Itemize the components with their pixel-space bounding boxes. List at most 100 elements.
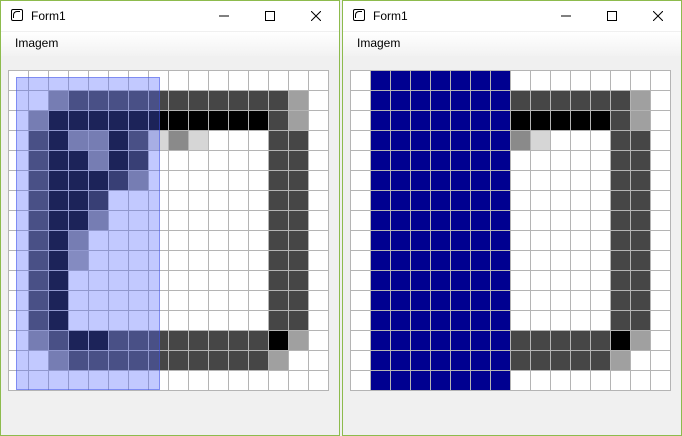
pixel-cell[interactable] (268, 230, 289, 251)
pixel-cell[interactable] (570, 330, 591, 351)
pixel-cell[interactable] (268, 270, 289, 291)
pixel-cell[interactable] (470, 350, 491, 371)
pixel-cell[interactable] (288, 170, 309, 191)
pixel-cell[interactable] (188, 210, 209, 231)
pixel-cell[interactable] (650, 350, 671, 371)
close-button[interactable] (635, 1, 681, 31)
pixel-cell[interactable] (430, 90, 451, 111)
pixel-cell[interactable] (228, 310, 249, 331)
pixel-cell[interactable] (208, 290, 229, 311)
pixel-cell[interactable] (308, 350, 329, 371)
pixel-cell[interactable] (630, 330, 651, 351)
pixel-cell[interactable] (590, 110, 611, 131)
pixel-cell[interactable] (450, 150, 471, 171)
pixel-cell[interactable] (430, 130, 451, 151)
pixel-cell[interactable] (650, 130, 671, 151)
pixel-cell[interactable] (188, 70, 209, 91)
pixel-cell[interactable] (370, 110, 391, 131)
pixel-cell[interactable] (470, 190, 491, 211)
pixel-cell[interactable] (288, 310, 309, 331)
pixel-cell[interactable] (350, 250, 371, 271)
pixel-cell[interactable] (450, 70, 471, 91)
pixel-cell[interactable] (490, 150, 511, 171)
pixel-cell[interactable] (410, 70, 431, 91)
pixel-cell[interactable] (410, 190, 431, 211)
pixel-cell[interactable] (208, 110, 229, 131)
pixel-cell[interactable] (610, 210, 631, 231)
pixel-cell[interactable] (168, 190, 189, 211)
pixel-cell[interactable] (370, 90, 391, 111)
pixel-cell[interactable] (390, 150, 411, 171)
pixel-cell[interactable] (510, 130, 531, 151)
pixel-cell[interactable] (590, 290, 611, 311)
pixel-cell[interactable] (470, 290, 491, 311)
pixel-cell[interactable] (168, 170, 189, 191)
pixel-cell[interactable] (530, 370, 551, 391)
pixel-cell[interactable] (350, 190, 371, 211)
pixel-cell[interactable] (530, 110, 551, 131)
pixel-cell[interactable] (430, 370, 451, 391)
pixel-cell[interactable] (570, 90, 591, 111)
pixel-cell[interactable] (550, 270, 571, 291)
pixel-cell[interactable] (268, 310, 289, 331)
pixel-cell[interactable] (268, 250, 289, 271)
close-button[interactable] (293, 1, 339, 31)
pixel-cell[interactable] (490, 130, 511, 151)
pixel-cell[interactable] (188, 350, 209, 371)
pixel-cell[interactable] (248, 290, 269, 311)
pixel-cell[interactable] (650, 210, 671, 231)
pixel-cell[interactable] (370, 310, 391, 331)
pixel-cell[interactable] (390, 110, 411, 131)
pixel-cell[interactable] (510, 70, 531, 91)
pixel-cell[interactable] (228, 110, 249, 131)
pixel-cell[interactable] (350, 150, 371, 171)
pixel-cell[interactable] (510, 350, 531, 371)
pixel-cell[interactable] (410, 130, 431, 151)
pixel-cell[interactable] (470, 230, 491, 251)
pixel-cell[interactable] (590, 190, 611, 211)
pixel-cell[interactable] (288, 370, 309, 391)
pixel-cell[interactable] (350, 110, 371, 131)
pixel-cell[interactable] (450, 310, 471, 331)
pixel-cell[interactable] (350, 370, 371, 391)
minimize-button[interactable] (201, 1, 247, 31)
pixel-cell[interactable] (248, 370, 269, 391)
pixel-cell[interactable] (370, 150, 391, 171)
pixel-cell[interactable] (268, 190, 289, 211)
pixel-cell[interactable] (610, 70, 631, 91)
pixel-cell[interactable] (370, 210, 391, 231)
pixel-cell[interactable] (490, 270, 511, 291)
pixel-cell[interactable] (208, 210, 229, 231)
pixel-cell[interactable] (390, 170, 411, 191)
pixel-cell[interactable] (188, 370, 209, 391)
pixel-cell[interactable] (370, 250, 391, 271)
pixel-cell[interactable] (550, 330, 571, 351)
pixel-cell[interactable] (470, 170, 491, 191)
pixel-cell[interactable] (188, 250, 209, 271)
pixel-cell[interactable] (248, 210, 269, 231)
pixel-cell[interactable] (248, 170, 269, 191)
pixel-cell[interactable] (168, 90, 189, 111)
pixel-cell[interactable] (208, 130, 229, 151)
pixel-cell[interactable] (530, 170, 551, 191)
pixel-cell[interactable] (188, 90, 209, 111)
pixel-cell[interactable] (168, 110, 189, 131)
pixel-cell[interactable] (370, 270, 391, 291)
pixel-cell[interactable] (470, 210, 491, 231)
pixel-cell[interactable] (308, 150, 329, 171)
pixel-cell[interactable] (248, 130, 269, 151)
pixel-cell[interactable] (390, 90, 411, 111)
pixel-cell[interactable] (410, 330, 431, 351)
pixel-cell[interactable] (288, 210, 309, 231)
pixel-cell[interactable] (168, 150, 189, 171)
pixel-cell[interactable] (630, 110, 651, 131)
pixel-cell[interactable] (390, 370, 411, 391)
pixel-cell[interactable] (188, 130, 209, 151)
pixel-cell[interactable] (430, 170, 451, 191)
pixel-cell[interactable] (530, 330, 551, 351)
pixel-cell[interactable] (288, 230, 309, 251)
pixel-cell[interactable] (610, 170, 631, 191)
pixel-cell[interactable] (188, 150, 209, 171)
pixel-cell[interactable] (288, 270, 309, 291)
pixel-cell[interactable] (570, 170, 591, 191)
